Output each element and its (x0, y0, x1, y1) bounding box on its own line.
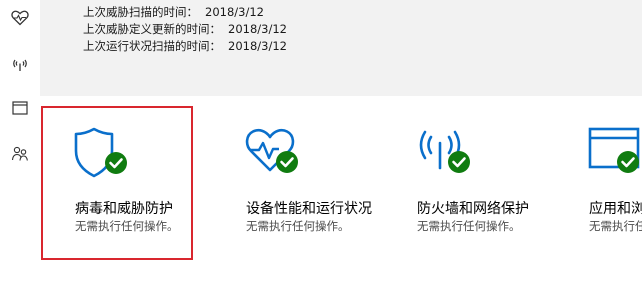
tile-device-performance-health[interactable]: 设备性能和运行状况 无需执行任何操作。 (230, 106, 390, 260)
shield-icon (73, 125, 133, 185)
status-value: 2018/3/12 (205, 5, 264, 19)
browser-icon (588, 126, 642, 184)
app-browser-icon[interactable] (10, 98, 30, 118)
tile-subtitle: 无需执行任何操作。 (246, 219, 350, 233)
status-line: 上次运行状况扫描的时间： 2018/3/12 (83, 38, 287, 54)
status-label: 上次威胁定义更新的时间： (83, 22, 221, 36)
tile-firewall-network-protection[interactable]: 防火墙和网络保护 无需执行任何操作。 (402, 106, 562, 260)
network-antenna-icon[interactable] (10, 55, 30, 75)
windows-security-home: 上次威胁扫描的时间： 2018/3/12 上次威胁定义更新的时间： 2018/3/1… (0, 0, 642, 304)
tile-title: 应用和浏 (589, 201, 642, 217)
tile-title: 设备性能和运行状况 (246, 201, 372, 217)
tile-subtitle: 无需执行任何操作。 (75, 219, 179, 233)
status-label: 上次运行状况扫描的时间： (83, 39, 221, 53)
family-icon[interactable] (10, 144, 30, 164)
left-nav-rail (0, 0, 40, 304)
tile-virus-threat-protection[interactable]: 病毒和威胁防护 无需执行任何操作。 (41, 106, 193, 260)
status-value: 2018/3/12 (228, 22, 287, 36)
status-line: 上次威胁定义更新的时间： 2018/3/12 (83, 21, 287, 37)
status-line: 上次威胁扫描的时间： 2018/3/12 (83, 4, 264, 20)
health-heart-icon[interactable] (10, 8, 30, 28)
tile-title: 防火墙和网络保护 (417, 201, 529, 217)
tile-subtitle: 无需执行任 (589, 219, 642, 233)
status-value: 2018/3/12 (228, 39, 287, 53)
scan-status-panel: 上次威胁扫描的时间： 2018/3/12 上次威胁定义更新的时间： 2018/3/1… (40, 0, 642, 96)
tile-title: 病毒和威胁防护 (75, 201, 173, 217)
tile-subtitle: 无需执行任何操作。 (417, 219, 521, 233)
status-label: 上次威胁扫描的时间： (83, 5, 198, 19)
antenna-icon (416, 126, 476, 184)
heart-pulse-icon (245, 126, 305, 184)
tile-app-browser-control[interactable]: 应用和浏 无需执行任 (574, 106, 642, 260)
